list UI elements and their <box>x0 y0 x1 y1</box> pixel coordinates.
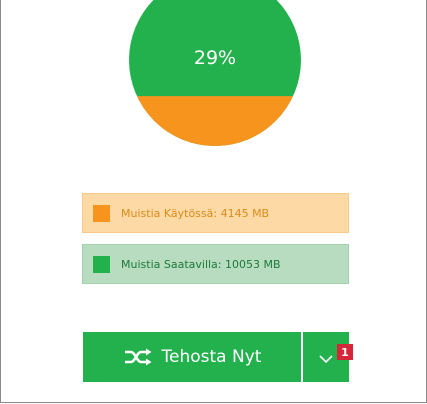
notification-badge: 1 <box>337 344 353 360</box>
boost-now-button[interactable]: Tehosta Nyt <box>83 332 301 382</box>
shuffle-icon <box>123 348 153 366</box>
app-window: 29% Muistia Käytössä: 4145 MB Muistia Sa… <box>0 0 427 403</box>
pie-svg <box>129 0 301 146</box>
used-percent-label: 29% <box>193 47 237 69</box>
memory-pie-chart: 29% <box>129 0 301 146</box>
legend-available-label: Muistia Saatavilla: 10053 MB <box>121 257 281 271</box>
legend-memory-available: Muistia Saatavilla: 10053 MB <box>82 244 349 284</box>
chevron-down-icon <box>319 348 333 367</box>
available-swatch <box>93 255 110 273</box>
used-swatch <box>93 204 110 222</box>
legend-used-label: Muistia Käytössä: 4145 MB <box>121 206 270 220</box>
legend-memory-used: Muistia Käytössä: 4145 MB <box>82 193 349 233</box>
pie-used-segment <box>129 96 301 146</box>
boost-now-label: Tehosta Nyt <box>161 347 262 367</box>
